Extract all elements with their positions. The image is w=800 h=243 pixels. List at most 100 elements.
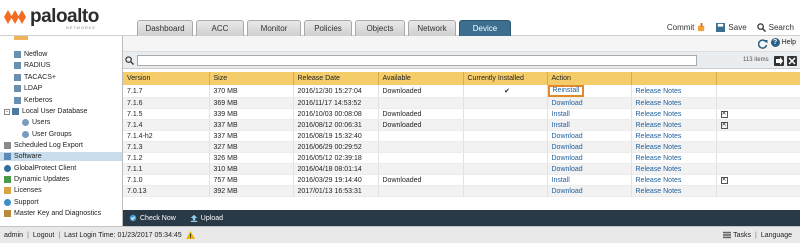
commit-button[interactable]: Commit <box>667 22 707 32</box>
release-notes-cell: Release Notes <box>631 141 717 153</box>
upload-button[interactable]: Upload <box>190 214 223 222</box>
column-header-action[interactable]: Action <box>547 72 632 85</box>
delete-cell <box>716 185 800 197</box>
search-button[interactable]: Search <box>756 22 794 32</box>
tab-policies[interactable]: Policies <box>304 20 352 36</box>
installed-cell <box>463 130 548 142</box>
warning-icon[interactable] <box>185 231 195 239</box>
sidebar-item-scheduled-log-export[interactable]: Scheduled Log Export <box>4 141 83 150</box>
table-row: 7.1.3 327 MB 2016/06/29 00:29:52 Downloa… <box>123 141 800 153</box>
refresh-icon[interactable] <box>758 39 768 49</box>
sidebar-item-label: LDAP <box>24 85 43 92</box>
tab-network[interactable]: Network <box>408 20 456 36</box>
action-cell: Download <box>547 141 632 153</box>
release-notes-link[interactable]: Release Notes <box>636 88 682 95</box>
release-notes-link[interactable]: Release Notes <box>636 133 682 140</box>
installed-cell <box>463 97 548 109</box>
release-notes-link[interactable]: Release Notes <box>636 166 682 173</box>
sidebar-item-netflow[interactable]: Netflow <box>14 50 47 59</box>
reinstall-link[interactable]: Reinstall <box>547 85 585 97</box>
install-link[interactable]: Install <box>552 122 570 129</box>
installed-cell <box>463 152 548 164</box>
download-link[interactable]: Download <box>552 100 583 107</box>
search-label: Search <box>768 22 794 32</box>
separator: | <box>755 231 757 239</box>
version-cell: 7.0.13 <box>123 185 210 197</box>
check-now-button[interactable]: Check Now <box>129 214 176 222</box>
release-notes-link[interactable]: Release Notes <box>636 155 682 162</box>
sidebar-item-label: GlobalProtect Client <box>14 165 77 172</box>
save-label: Save <box>728 22 747 32</box>
sidebar-item-kerberos[interactable]: Kerberos <box>14 96 52 105</box>
available-cell: Downloaded <box>378 119 464 131</box>
software-panel: 113 items Version Size Release Date Avai… <box>123 52 800 226</box>
top-header: paloalto NETWORKS Dashboard ACC Monitor … <box>0 0 800 36</box>
language-link[interactable]: Language <box>761 232 792 239</box>
release-notes-link[interactable]: Release Notes <box>636 177 682 184</box>
installed-cell <box>463 119 548 131</box>
download-link[interactable]: Download <box>552 144 583 151</box>
column-header-currently-installed[interactable]: Currently Installed <box>463 72 548 85</box>
filter-input[interactable] <box>137 55 697 66</box>
sidebar-item-support[interactable]: Support <box>4 198 39 207</box>
column-header-size[interactable]: Size <box>209 72 294 85</box>
release-date-cell: 2016/03/29 19:14:40 <box>293 174 379 186</box>
collapse-toggle-icon[interactable]: − <box>4 108 10 115</box>
install-link[interactable]: Install <box>552 111 570 118</box>
release-notes-link[interactable]: Release Notes <box>636 100 682 107</box>
tab-device[interactable]: Device <box>459 20 511 36</box>
sidebar-item-user-groups[interactable]: User Groups <box>22 130 72 139</box>
delete-icon[interactable]: ✕ <box>720 177 728 184</box>
sidebar-item-radius[interactable]: RADIUS <box>14 61 50 70</box>
release-notes-link[interactable]: Release Notes <box>636 111 682 118</box>
release-notes-link[interactable]: Release Notes <box>636 144 682 151</box>
tasks-link[interactable]: Tasks <box>733 232 751 239</box>
sidebar-item-label: Netflow <box>24 51 48 58</box>
installed-cell <box>463 185 548 197</box>
save-button[interactable]: Save <box>716 22 747 32</box>
column-header-available[interactable]: Available <box>378 72 464 85</box>
table-row: 7.1.6 369 MB 2016/11/17 14:53:52 Downloa… <box>123 97 800 109</box>
sidebar-item-software[interactable]: Software <box>0 152 122 161</box>
current-user: admin <box>4 231 24 239</box>
user-icon <box>22 119 29 126</box>
sidebar-item-tacacs[interactable]: TACACS+ <box>14 73 56 82</box>
release-notes-cell: Release Notes <box>631 97 717 109</box>
delete-icon[interactable]: ✕ <box>720 122 728 129</box>
tab-objects[interactable]: Objects <box>355 20 405 36</box>
help-button[interactable]: ? Help <box>770 38 796 47</box>
release-notes-link[interactable]: Release Notes <box>636 188 682 195</box>
apply-filter-button[interactable] <box>774 56 784 66</box>
filter-search-icon <box>125 56 134 65</box>
filter-bar: 113 items <box>123 52 800 69</box>
sidebar-item-licenses[interactable]: Licenses <box>4 186 42 195</box>
sidebar-item-users[interactable]: Users <box>22 118 50 127</box>
sidebar-item-globalprotect-client[interactable]: GlobalProtect Client <box>4 164 76 173</box>
logout-link[interactable]: Logout <box>33 232 54 239</box>
tab-acc[interactable]: ACC <box>196 20 244 36</box>
release-notes-link[interactable]: Release Notes <box>636 122 682 129</box>
action-cell: Install <box>547 108 632 120</box>
action-cell: Download <box>547 152 632 164</box>
column-header-version[interactable]: Version <box>123 72 210 85</box>
release-date-cell: 2016/12/30 15:27:04 <box>293 85 379 98</box>
sidebar-item-ldap[interactable]: LDAP <box>14 84 42 93</box>
tab-dashboard[interactable]: Dashboard <box>137 20 193 36</box>
download-link[interactable]: Download <box>552 133 583 140</box>
delete-icon[interactable]: ✕ <box>720 111 728 118</box>
sidebar-item-label: RADIUS <box>24 62 51 69</box>
sidebar-item-master-key[interactable]: Master Key and Diagnostics <box>4 209 101 218</box>
download-link[interactable]: Download <box>552 155 583 162</box>
install-link[interactable]: Install <box>552 177 570 184</box>
tab-monitor[interactable]: Monitor <box>247 20 301 36</box>
column-header-release-date[interactable]: Release Date <box>293 72 379 85</box>
sidebar-item-label: Local User Database <box>22 108 88 115</box>
download-link[interactable]: Download <box>552 188 583 195</box>
download-link[interactable]: Download <box>552 166 583 173</box>
clear-filter-button[interactable] <box>787 56 797 66</box>
sidebar-item-local-user-database[interactable]: − Local User Database <box>4 107 87 116</box>
panel-footer: Check Now Upload <box>123 210 800 226</box>
delete-cell <box>716 97 800 109</box>
size-cell: 339 MB <box>209 108 294 120</box>
sidebar-item-dynamic-updates[interactable]: Dynamic Updates <box>4 175 69 184</box>
